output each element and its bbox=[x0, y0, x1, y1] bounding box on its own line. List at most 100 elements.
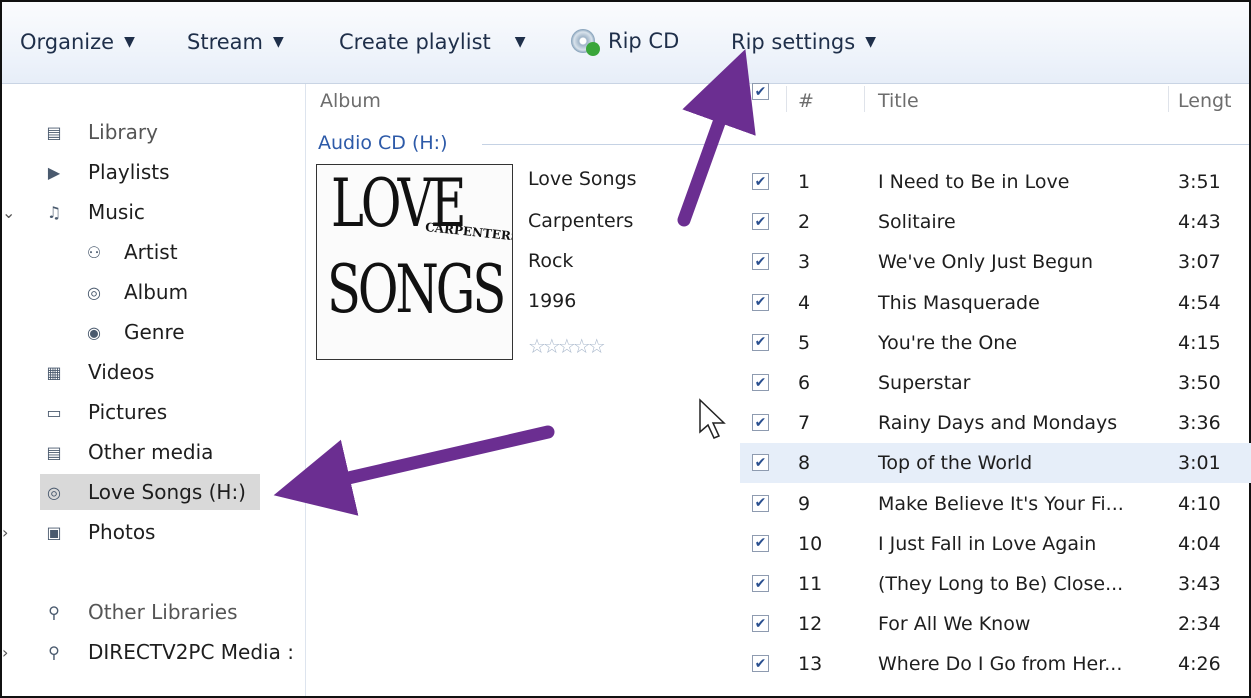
create-playlist-label: Create playlist bbox=[339, 30, 491, 54]
stream-label: Stream bbox=[187, 30, 263, 54]
track-row[interactable]: ✔ 2 Solitaire 4:43 bbox=[740, 202, 1251, 242]
track-row[interactable]: ✔ 5 You're the One 4:15 bbox=[740, 323, 1251, 363]
track-title[interactable]: Make Believe It's Your Fi... bbox=[878, 493, 1124, 515]
group-divider-line bbox=[482, 144, 1249, 145]
track-row[interactable]: ✔ 8 Top of the World 3:01 bbox=[740, 443, 1251, 484]
track-row[interactable]: ✔ 12 For All We Know 2:34 bbox=[740, 604, 1251, 644]
nav-photos[interactable]: › ▣ Photos bbox=[2, 514, 302, 550]
column-header-title[interactable]: Title bbox=[878, 90, 919, 112]
chevron-down-icon[interactable]: ⌄ bbox=[2, 203, 15, 222]
track-row[interactable]: ✔ 10 I Just Fall in Love Again 4:04 bbox=[740, 524, 1251, 564]
chevron-down-icon: ▼ bbox=[272, 34, 284, 50]
nav-genre[interactable]: ◉ Genre bbox=[2, 314, 302, 350]
nav-directv[interactable]: › ⚲ DIRECTV2PC Media : bbox=[2, 634, 302, 670]
create-playlist-menu[interactable]: Create playlist ▼ bbox=[339, 30, 526, 54]
track-checkbox[interactable]: ✔ bbox=[752, 293, 769, 311]
track-checkbox[interactable]: ✔ bbox=[752, 534, 769, 552]
album-rating-stars[interactable]: ☆☆☆☆☆ bbox=[528, 334, 606, 358]
nav-genre-label: Genre bbox=[124, 320, 185, 344]
chevron-right-icon[interactable]: › bbox=[2, 523, 8, 542]
track-title[interactable]: Where Do I Go from Her... bbox=[878, 653, 1122, 675]
stream-menu[interactable]: Stream ▼ bbox=[187, 30, 284, 54]
rip-settings-menu[interactable]: Rip settings ▼ bbox=[731, 30, 876, 54]
track-row[interactable]: ✔ 7 Rainy Days and Mondays 3:36 bbox=[740, 403, 1251, 443]
track-title[interactable]: For All We Know bbox=[878, 613, 1030, 635]
track-title[interactable]: You're the One bbox=[878, 332, 1017, 354]
chevron-down-icon: ▼ bbox=[514, 34, 526, 50]
column-header-album[interactable]: Album bbox=[320, 90, 381, 112]
track-title[interactable]: (They Long to Be) Close... bbox=[878, 573, 1123, 595]
track-checkbox[interactable]: ✔ bbox=[752, 655, 769, 673]
nav-videos-label: Videos bbox=[88, 360, 155, 384]
other-media-icon: ▤ bbox=[46, 442, 62, 462]
track-title[interactable]: Rainy Days and Mondays bbox=[878, 412, 1117, 434]
track-checkbox[interactable]: ✔ bbox=[752, 454, 769, 472]
video-film-icon: ▦ bbox=[46, 362, 62, 382]
chevron-down-icon: ▼ bbox=[865, 34, 876, 50]
track-title[interactable]: We've Only Just Begun bbox=[878, 251, 1093, 273]
album-art[interactable]: LOVE CARPENTERS SONGS bbox=[316, 164, 513, 360]
album-genre[interactable]: Rock bbox=[528, 250, 573, 272]
track-length: 3:51 bbox=[1178, 171, 1221, 193]
track-length: 4:26 bbox=[1178, 653, 1221, 676]
toolbar: Organize ▼ Stream ▼ Create playlist ▼ Ri… bbox=[2, 2, 1249, 84]
nav-music[interactable]: ⌄ ♫ Music bbox=[2, 194, 302, 230]
nav-directv-label: DIRECTV2PC Media : bbox=[88, 640, 294, 664]
rip-cd-icon bbox=[568, 26, 600, 56]
nav-videos[interactable]: ▦ Videos bbox=[2, 354, 302, 390]
nav-pictures[interactable]: ▭ Pictures bbox=[2, 394, 302, 430]
track-row[interactable]: ✔ 4 This Masquerade 4:54 bbox=[740, 283, 1251, 323]
track-checkbox[interactable]: ✔ bbox=[752, 374, 769, 391]
track-checkbox[interactable]: ✔ bbox=[752, 575, 769, 592]
track-title[interactable]: This Masquerade bbox=[878, 292, 1040, 314]
column-header-number[interactable]: # bbox=[798, 90, 814, 112]
nav-album[interactable]: ◎ Album bbox=[2, 274, 302, 310]
album-disc-icon: ◎ bbox=[87, 282, 101, 302]
track-checkbox[interactable]: ✔ bbox=[752, 494, 769, 512]
nav-playlists[interactable]: ▶ Playlists bbox=[2, 154, 302, 190]
track-length: 4:10 bbox=[1178, 492, 1221, 515]
track-length: 3:07 bbox=[1178, 251, 1221, 274]
album-artist[interactable]: Carpenters bbox=[528, 210, 633, 232]
track-title[interactable]: Superstar bbox=[878, 372, 970, 394]
track-row[interactable]: ✔ 1 I Need to Be in Love 3:51 bbox=[740, 162, 1251, 202]
track-checkbox[interactable]: ✔ bbox=[752, 414, 769, 432]
nav-other-libraries[interactable]: ⚲ Other Libraries bbox=[2, 594, 302, 630]
album-art-title-line2: SONGS bbox=[327, 251, 506, 328]
track-row[interactable]: ✔ 13 Where Do I Go from Her... 4:26 bbox=[740, 644, 1251, 684]
track-title[interactable]: Solitaire bbox=[878, 211, 956, 233]
pane-divider[interactable] bbox=[305, 84, 306, 696]
track-title[interactable]: Top of the World bbox=[878, 452, 1032, 474]
nav-love-songs-cd[interactable]: ◎ Love Songs (H:) bbox=[40, 474, 260, 510]
organize-menu[interactable]: Organize ▼ bbox=[20, 30, 135, 54]
other-libraries-icon: ⚲ bbox=[48, 602, 60, 622]
nav-library[interactable]: ▤ Library bbox=[2, 114, 302, 150]
track-number: 7 bbox=[798, 412, 811, 435]
nav-other-media[interactable]: ▤ Other media bbox=[2, 434, 302, 470]
chevron-right-icon[interactable]: › bbox=[2, 643, 8, 662]
album-name[interactable]: Love Songs bbox=[528, 168, 637, 190]
organize-label: Organize bbox=[20, 30, 115, 54]
rip-settings-label: Rip settings bbox=[731, 30, 856, 54]
column-header-length[interactable]: Lengt bbox=[1178, 90, 1232, 112]
track-number: 12 bbox=[798, 613, 823, 636]
track-title[interactable]: I Just Fall in Love Again bbox=[878, 533, 1096, 555]
navigation-pane: ▤ Library ▶ Playlists ⌄ ♫ Music ⚇ Artist… bbox=[2, 84, 305, 696]
chevron-down-icon: ▼ bbox=[124, 34, 135, 50]
rip-cd-button[interactable]: Rip CD bbox=[568, 26, 679, 56]
track-row[interactable]: ✔ 3 We've Only Just Begun 3:07 bbox=[740, 242, 1251, 282]
track-row[interactable]: ✔ 11 (They Long to Be) Close... 3:43 bbox=[740, 564, 1251, 604]
track-row[interactable]: ✔ 9 Make Believe It's Your Fi... 4:10 bbox=[740, 484, 1251, 524]
album-year[interactable]: 1996 bbox=[528, 290, 576, 312]
track-checkbox[interactable]: ✔ bbox=[752, 173, 769, 190]
track-checkbox[interactable]: ✔ bbox=[752, 615, 769, 633]
track-checkbox[interactable]: ✔ bbox=[752, 253, 769, 271]
track-checkbox[interactable]: ✔ bbox=[752, 213, 769, 231]
track-row[interactable]: ✔ 6 Superstar 3:50 bbox=[740, 363, 1251, 403]
select-all-checkbox[interactable]: ✔ bbox=[752, 83, 769, 100]
track-length: 2:34 bbox=[1178, 613, 1221, 636]
track-title[interactable]: I Need to Be in Love bbox=[878, 171, 1069, 193]
photos-icon: ▣ bbox=[46, 522, 62, 542]
track-checkbox[interactable]: ✔ bbox=[752, 333, 769, 351]
nav-artist[interactable]: ⚇ Artist bbox=[2, 234, 302, 270]
